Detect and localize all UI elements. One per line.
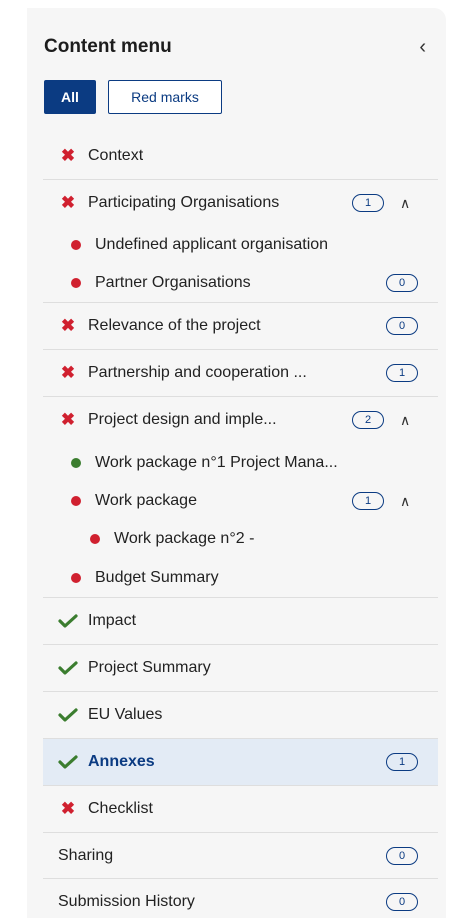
count-badge: 1 <box>386 364 418 382</box>
menu-item-sharing[interactable]: Sharing 0 <box>43 832 438 878</box>
menu-item-submission-history[interactable]: Submission History 0 <box>43 878 438 918</box>
error-dot-icon <box>90 534 100 544</box>
checkmark-icon <box>57 755 79 769</box>
filter-buttons: All Red marks <box>44 80 222 114</box>
menu-item-checklist[interactable]: ✖ Checklist <box>43 785 438 832</box>
menu-item-eu-values[interactable]: EU Values <box>43 691 438 738</box>
count-badge: 0 <box>386 274 418 292</box>
menu-item-project-summary[interactable]: Project Summary <box>43 644 438 691</box>
content-menu-header: Content menu ‹ <box>44 33 432 61</box>
menu-item-annexes[interactable]: Annexes 1 <box>43 738 438 785</box>
menu-item-label: Partnership and cooperation ... <box>88 364 307 381</box>
menu-item-label: Undefined applicant organisation <box>95 236 329 253</box>
count-badge: 1 <box>386 753 418 771</box>
chevron-up-icon[interactable]: ∧ <box>400 195 410 212</box>
chevron-up-icon[interactable]: ∧ <box>400 412 410 429</box>
menu-item-label: Context <box>88 146 144 164</box>
submenu-item-partner-organisations[interactable]: Partner Organisations 0 <box>43 264 438 302</box>
error-x-icon: ✖ <box>60 145 76 165</box>
menu-item-label: Annexes <box>88 753 155 770</box>
content-menu-list: ✖ Context ✖ Participating Organisations … <box>43 132 438 918</box>
error-x-icon: ✖ <box>60 363 76 382</box>
menu-item-relevance[interactable]: ✖ Relevance of the project 0 <box>43 302 438 349</box>
submenu-item-budget-summary[interactable]: Budget Summary <box>43 558 438 597</box>
menu-item-label: Sharing <box>58 846 114 864</box>
count-badge: 2 <box>352 411 384 429</box>
error-dot-icon <box>71 572 81 583</box>
success-dot-icon <box>71 457 81 468</box>
menu-item-label: Project Summary <box>88 659 211 676</box>
menu-item-label: Impact <box>88 612 137 629</box>
error-dot-icon <box>71 278 81 288</box>
error-x-icon: ✖ <box>60 316 76 335</box>
menu-item-label: Project design and imple... <box>88 411 277 428</box>
menu-item-label: Partner Organisations <box>95 274 251 291</box>
menu-item-label: Work package <box>95 492 197 509</box>
error-x-icon: ✖ <box>60 410 76 429</box>
error-x-icon: ✖ <box>60 193 76 212</box>
filter-all-button[interactable]: All <box>44 80 96 114</box>
menu-item-impact[interactable]: Impact <box>43 597 438 644</box>
chevron-up-icon[interactable]: ∧ <box>400 493 410 510</box>
count-badge: 1 <box>352 194 384 212</box>
menu-item-label: Participating Organisations <box>88 194 280 211</box>
menu-item-label: Work package n°2 - <box>114 530 255 547</box>
filter-red-marks-button[interactable]: Red marks <box>108 80 222 114</box>
menu-item-label: Checklist <box>88 800 153 817</box>
submenu-item-work-package-2[interactable]: Work package n°2 - <box>43 520 438 558</box>
content-menu-panel: Content menu ‹ All Red marks ✖ Context ✖… <box>27 8 446 918</box>
menu-item-label: Budget Summary <box>95 568 219 586</box>
count-badge: 1 <box>352 492 384 510</box>
checkmark-icon <box>57 614 79 628</box>
menu-item-label: Relevance of the project <box>88 317 261 334</box>
error-x-icon: ✖ <box>60 799 76 818</box>
menu-item-participating-organisations[interactable]: ✖ Participating Organisations 1 ∧ <box>43 179 438 226</box>
content-menu-title: Content menu <box>44 36 172 57</box>
count-badge: 0 <box>386 846 418 865</box>
submenu-item-work-package[interactable]: Work package 1 ∧ <box>43 482 438 520</box>
chevron-left-icon[interactable]: ‹ <box>419 37 432 57</box>
count-badge: 0 <box>386 317 418 335</box>
submenu-item-undefined-applicant[interactable]: Undefined applicant organisation <box>43 226 438 264</box>
menu-item-label: Work package n°1 Project Mana... <box>95 453 338 471</box>
menu-item-label: Submission History <box>58 892 195 910</box>
menu-item-context[interactable]: ✖ Context <box>43 132 438 179</box>
count-badge: 0 <box>386 892 418 911</box>
submenu-item-work-package-1[interactable]: Work package n°1 Project Mana... <box>43 443 438 482</box>
menu-item-partnership[interactable]: ✖ Partnership and cooperation ... 1 <box>43 349 438 396</box>
checkmark-icon <box>57 708 79 722</box>
error-dot-icon <box>71 240 81 250</box>
error-dot-icon <box>71 496 81 506</box>
menu-item-project-design[interactable]: ✖ Project design and imple... 2 ∧ <box>43 396 438 443</box>
menu-item-label: EU Values <box>88 706 163 723</box>
checkmark-icon <box>57 661 79 675</box>
